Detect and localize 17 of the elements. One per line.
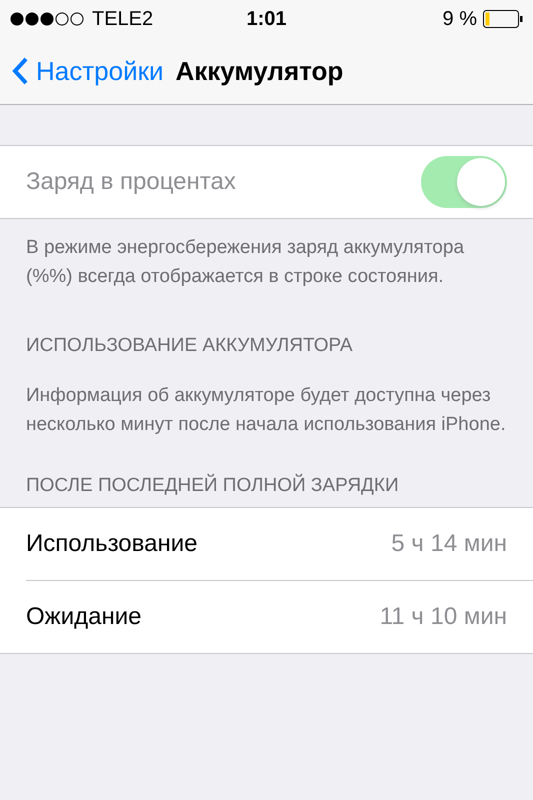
chevron-icon bbox=[12, 57, 28, 85]
section-header: ПОСЛЕ ПОСЛЕДНЕЙ ПОЛНОЙ ЗАРЯДКИ bbox=[25, 472, 400, 498]
carrier-name: TELE2 bbox=[92, 8, 154, 30]
status-time: 1:01 bbox=[246, 8, 287, 30]
section-header: ИСПОЛЬЗОВАНИЕ АККУМУЛЯТОРА bbox=[25, 334, 354, 358]
usage-footnote: Информация об аккумуляторе будет доступна через несколько минут после начала использования iPhone. bbox=[25, 384, 507, 437]
row-value: 11 ч 10 мин bbox=[380, 603, 507, 631]
row-value: 5 ч 14 мин bbox=[391, 530, 507, 558]
battery-percent: 9 % bbox=[442, 8, 477, 30]
row-label: Использование bbox=[26, 530, 198, 558]
toggle-label: Заряд в процентах bbox=[26, 168, 236, 196]
back-button[interactable]: Настройки bbox=[12, 56, 164, 86]
signal-icon bbox=[10, 12, 86, 26]
page-title: Аккумулятор bbox=[176, 56, 344, 86]
toggle-footnote: В режиме энергосбережения заряд аккумулятора (%%) всегда отображается в строке состояния. bbox=[25, 236, 466, 289]
row-label: Ожидание bbox=[26, 603, 142, 631]
battery-icon bbox=[483, 10, 523, 28]
